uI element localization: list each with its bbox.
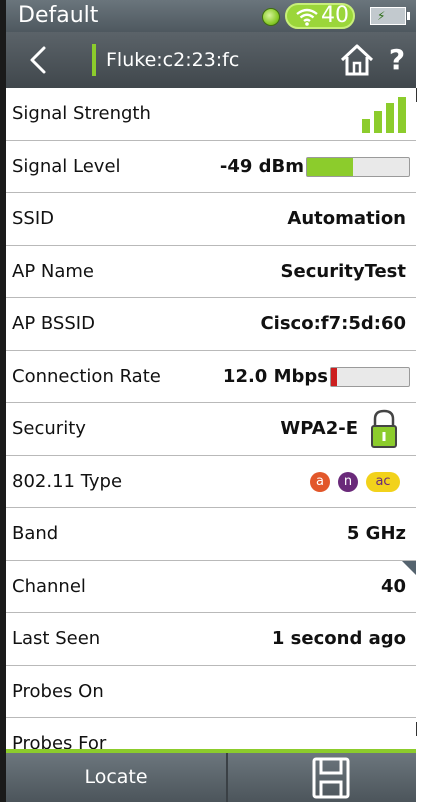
back-icon[interactable]	[18, 38, 62, 82]
last-seen-value: 1 second ago	[271, 628, 406, 649]
battery-charging-icon: ⚡	[370, 7, 410, 25]
channel-label: Channel	[12, 575, 86, 597]
connection-rate-value: 12.0 Mbps	[222, 365, 328, 387]
ssid-value: Automation	[287, 208, 406, 229]
row-signal-level[interactable]: Signal Level -49 dBm	[6, 140, 416, 193]
badge-80211ac: ac	[366, 471, 400, 492]
home-icon[interactable]	[338, 42, 376, 78]
badge-80211n: n	[338, 471, 358, 492]
help-icon[interactable]: ?	[384, 40, 410, 80]
last-seen-label: Last Seen	[12, 628, 101, 649]
row-signal-strength[interactable]: Signal Strength	[6, 88, 416, 141]
type-80211-label: 802.11 Type	[12, 470, 123, 492]
locate-button[interactable]: Locate	[6, 753, 228, 802]
row-last-seen[interactable]: Last Seen 1 second ago	[6, 613, 416, 666]
band-label: Band	[12, 523, 59, 544]
scroll-marker-top	[416, 88, 422, 102]
ap-details-list: Signal Strength Signal Level -49 dBm SSI…	[6, 88, 416, 771]
row-ssid[interactable]: SSID Automation	[6, 193, 416, 246]
band-value: 5 GHz	[346, 523, 406, 544]
save-icon[interactable]	[310, 757, 352, 799]
row-probes-on[interactable]: Probes On	[6, 665, 416, 718]
wifi-count: 40	[321, 3, 349, 28]
connection-rate-bar	[330, 366, 410, 387]
signal-level-bar-fill	[307, 157, 353, 176]
app-screen: Default 40 ⚡ Fluke:c2:23:fc ? Signal Str…	[0, 0, 422, 802]
row-ap-name[interactable]: AP Name SecurityTest	[6, 245, 416, 298]
more-options-corner-icon[interactable]	[402, 560, 416, 575]
signal-bar-3	[386, 103, 394, 133]
nav-divider	[92, 44, 96, 76]
row-connection-rate[interactable]: Connection Rate 12.0 Mbps	[6, 350, 416, 403]
nav-bar: Fluke:c2:23:fc ?	[6, 32, 416, 88]
bottom-action-bar: Locate	[6, 753, 416, 802]
row-80211-type[interactable]: 802.11 Type a n ac	[6, 455, 416, 508]
row-band[interactable]: Band 5 GHz	[6, 508, 416, 561]
status-bar: Default 40 ⚡	[6, 0, 416, 32]
scroll-marker-bottom	[416, 722, 422, 736]
status-indicator-icon	[262, 8, 280, 26]
profile-name[interactable]: Default	[18, 2, 98, 30]
security-label: Security	[12, 418, 86, 439]
signal-bar-1	[362, 119, 370, 133]
ap-bssid-label: AP BSSID	[12, 313, 95, 334]
signal-level-label: Signal Level	[12, 155, 121, 177]
signal-level-value: -49 dBm	[219, 155, 304, 177]
lock-open-icon	[371, 409, 397, 448]
page-title: Fluke:c2:23:fc	[106, 49, 240, 71]
row-security[interactable]: Security WPA2-E	[6, 403, 416, 456]
connection-rate-label: Connection Rate	[12, 365, 161, 387]
signal-strength-label: Signal Strength	[12, 103, 151, 124]
ap-name-value: SecurityTest	[280, 260, 406, 282]
wifi-status-badge[interactable]: 40	[285, 3, 355, 29]
plug-icon: ⚡	[377, 9, 386, 23]
security-value: WPA2-E	[280, 418, 358, 439]
ap-name-label: AP Name	[12, 260, 94, 282]
row-ap-bssid[interactable]: AP BSSID Cisco:f7:5d:60	[6, 298, 416, 351]
signal-bar-2	[374, 111, 382, 133]
signal-bar-4	[398, 97, 406, 133]
probes-on-label: Probes On	[12, 680, 104, 702]
signal-level-bar	[306, 156, 410, 177]
ap-bssid-value: Cisco:f7:5d:60	[260, 313, 406, 334]
badge-80211a: a	[310, 471, 330, 492]
ssid-label: SSID	[12, 208, 55, 229]
row-channel[interactable]: Channel 40	[6, 560, 416, 613]
wifi-icon	[296, 8, 318, 26]
connection-rate-bar-fill	[331, 367, 338, 386]
signal-strength-bars-icon	[362, 97, 406, 133]
type-80211-badges: a n ac	[310, 471, 406, 494]
